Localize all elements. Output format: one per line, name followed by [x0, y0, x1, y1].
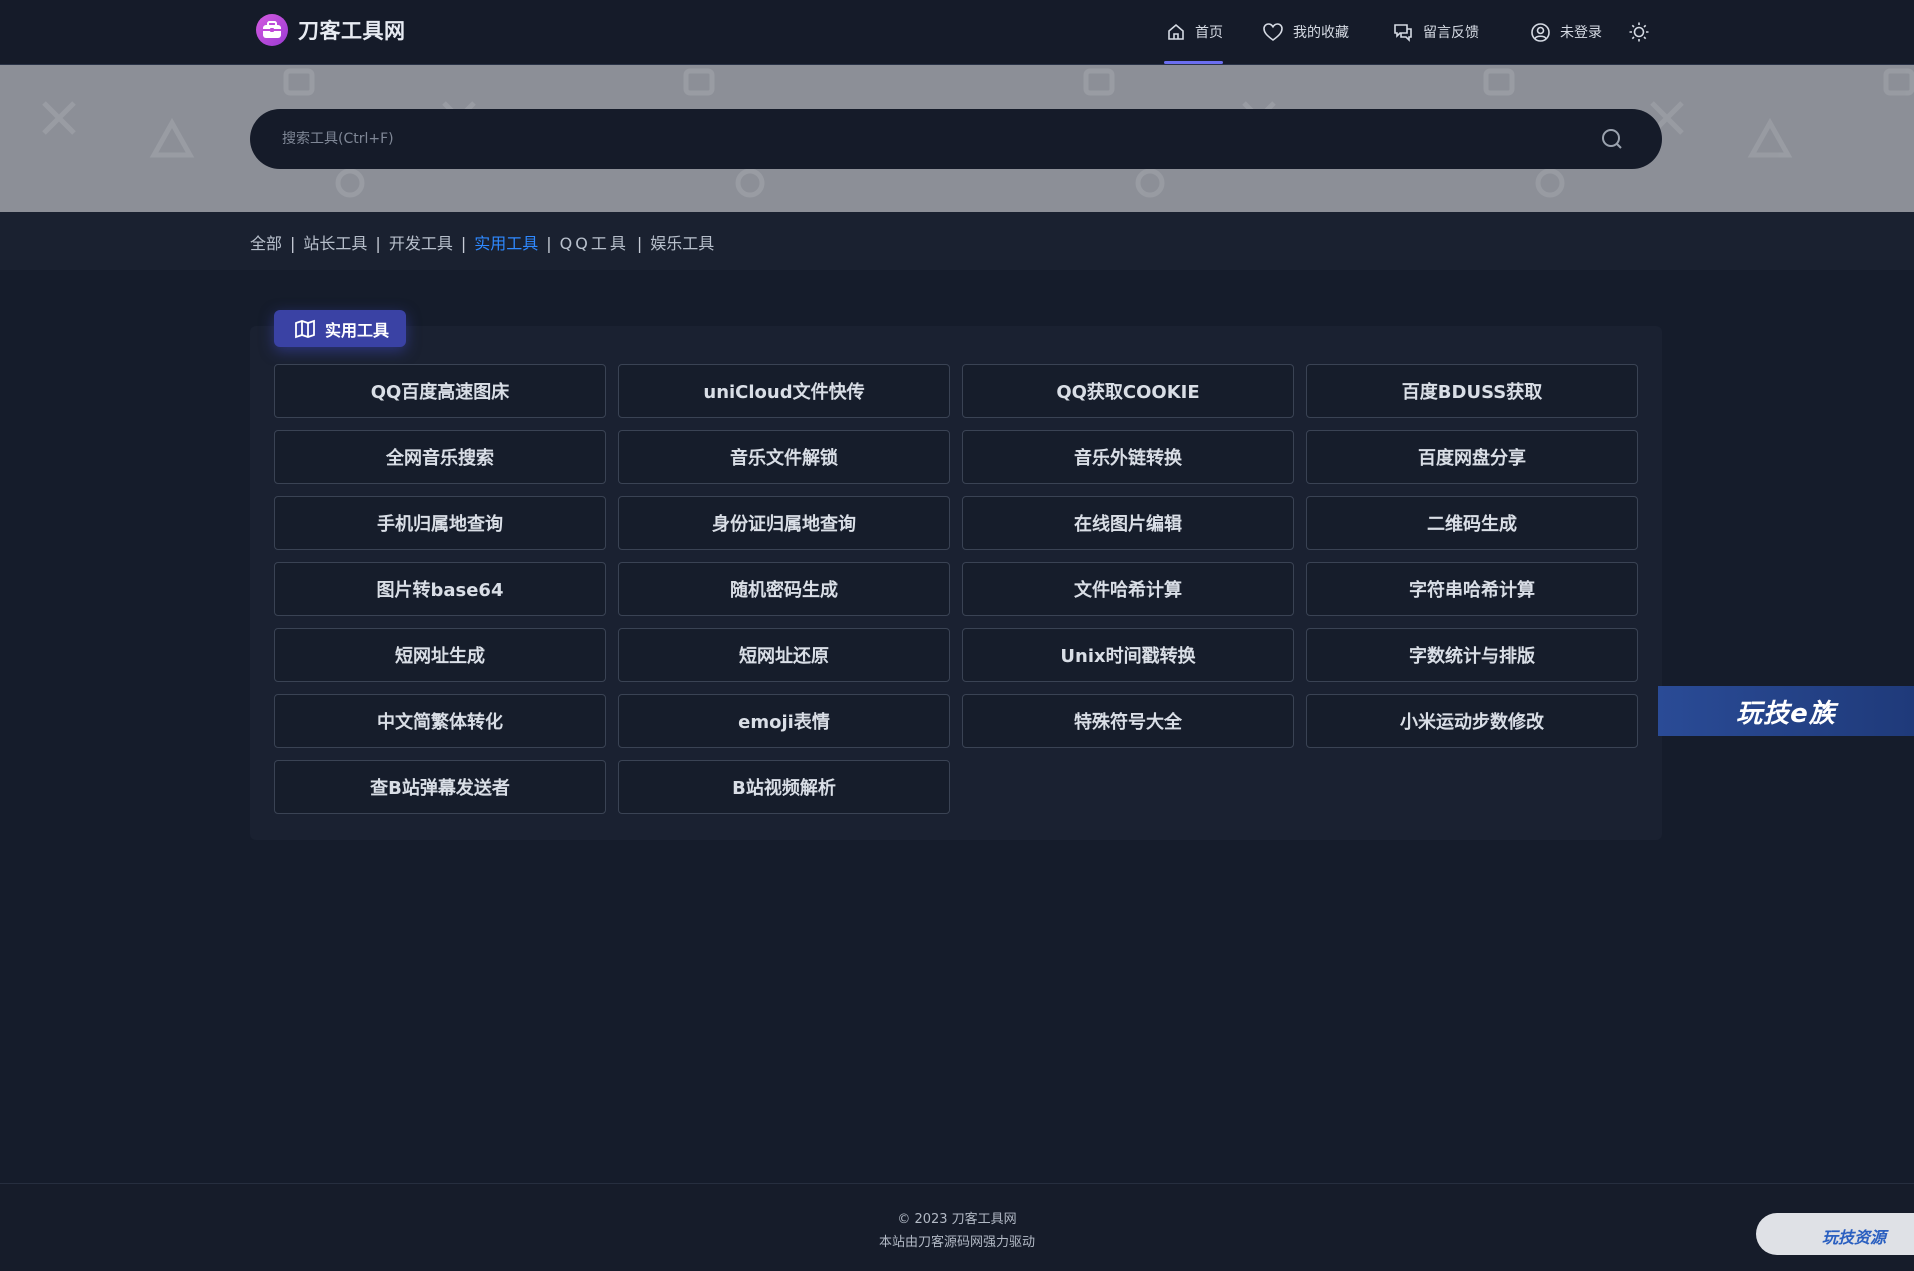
category-separator: | [290, 234, 296, 253]
category-dev[interactable]: 开发工具 [389, 234, 453, 253]
tool-button[interactable]: emoji表情 [618, 694, 950, 748]
site-logo[interactable]: 刀客工具网 [256, 14, 406, 46]
tool-button[interactable]: 字符串哈希计算 [1306, 562, 1638, 616]
search-icon[interactable] [1600, 127, 1624, 151]
corner-ad-text: 玩技资源 [1822, 1228, 1887, 1247]
search-bar [250, 109, 1662, 169]
category-entertainment[interactable]: 娱乐工具 [650, 234, 714, 253]
category-webmaster[interactable]: 站长工具 [303, 234, 367, 253]
tool-button[interactable]: 字数统计与排版 [1306, 628, 1638, 682]
search-input[interactable] [282, 109, 1562, 169]
tool-button[interactable]: 查B站弹幕发送者 [274, 760, 606, 814]
tool-button[interactable]: 二维码生成 [1306, 496, 1638, 550]
category-separator: | [375, 234, 381, 253]
chat-bubble-icon [1392, 22, 1414, 42]
site-title: 刀客工具网 [298, 19, 406, 43]
nav-feedback-label: 留言反馈 [1423, 25, 1479, 41]
footer-powered-by: 本站由刀客源码网强力驱动 [878, 1235, 1035, 1250]
nav-active-indicator [1164, 0, 1223, 64]
tool-button[interactable]: 特殊符号大全 [962, 694, 1294, 748]
side-ad-banner[interactable]: 玩技e族 [1658, 686, 1914, 736]
search-banner [0, 65, 1914, 212]
tool-button[interactable]: uniCloud文件快传 [618, 364, 950, 418]
user-circle-icon [1530, 22, 1551, 43]
nav-favorites-label: 我的收藏 [1293, 25, 1349, 41]
map-icon [294, 319, 316, 339]
nav-favorites[interactable]: 我的收藏 [1262, 0, 1349, 64]
category-tabs: 全部 | 站长工具 | 开发工具 | 实用工具 | QQ工具 | 娱乐工具 [250, 230, 714, 254]
tool-button[interactable]: B站视频解析 [618, 760, 950, 814]
tool-button[interactable]: 中文简繁体转化 [274, 694, 606, 748]
tool-button[interactable]: 身份证归属地查询 [618, 496, 950, 550]
tool-button[interactable]: QQ获取COOKIE [962, 364, 1294, 418]
nav-login[interactable]: 未登录 [1530, 0, 1602, 64]
tool-button[interactable]: 全网音乐搜索 [274, 430, 606, 484]
nav-home[interactable]: 首页 [1164, 0, 1223, 64]
tool-button[interactable]: 百度网盘分享 [1306, 430, 1638, 484]
category-all[interactable]: 全部 [250, 234, 282, 253]
panel-title: 实用工具 [325, 320, 390, 340]
nav-login-label: 未登录 [1560, 25, 1602, 41]
tool-button[interactable]: 在线图片编辑 [962, 496, 1294, 550]
category-separator: | [636, 234, 643, 253]
theme-toggle[interactable] [1628, 0, 1659, 64]
top-navbar: 刀客工具网 首页 我的收藏 留言反馈 未登录 [0, 0, 1914, 65]
tool-button[interactable]: 手机归属地查询 [274, 496, 606, 550]
tool-button[interactable]: 短网址还原 [618, 628, 950, 682]
tool-button[interactable]: 音乐文件解锁 [618, 430, 950, 484]
tool-button[interactable]: 小米运动步数修改 [1306, 694, 1638, 748]
tool-button[interactable]: 图片转base64 [274, 562, 606, 616]
panel-title-badge: 实用工具 [274, 310, 406, 347]
nav-feedback[interactable]: 留言反馈 [1392, 0, 1479, 64]
toolbox-icon [256, 14, 288, 46]
tool-button[interactable]: Unix时间戳转换 [962, 628, 1294, 682]
sun-icon [1628, 21, 1650, 43]
tool-button[interactable]: 短网址生成 [274, 628, 606, 682]
side-ad-text: 玩技e族 [1736, 698, 1836, 729]
heart-icon [1262, 22, 1284, 42]
tool-button[interactable]: 文件哈希计算 [962, 562, 1294, 616]
category-separator: | [546, 234, 552, 253]
tool-button[interactable]: QQ百度高速图床 [274, 364, 606, 418]
category-utility[interactable]: 实用工具 [474, 234, 538, 253]
footer: © 2023 刀客工具网 本站由刀客源码网强力驱动 [0, 1183, 1914, 1271]
tool-button[interactable]: 百度BDUSS获取 [1306, 364, 1638, 418]
footer-copyright: © 2023 刀客工具网 [897, 1212, 1017, 1227]
category-qq[interactable]: QQ工具 [560, 234, 629, 253]
category-bar: 全部 | 站长工具 | 开发工具 | 实用工具 | QQ工具 | 娱乐工具 [0, 212, 1914, 270]
tool-button[interactable]: 随机密码生成 [618, 562, 950, 616]
category-separator: | [460, 234, 467, 253]
tool-button[interactable]: 音乐外链转换 [962, 430, 1294, 484]
corner-ad-badge[interactable]: 玩技资源 [1756, 1213, 1914, 1255]
